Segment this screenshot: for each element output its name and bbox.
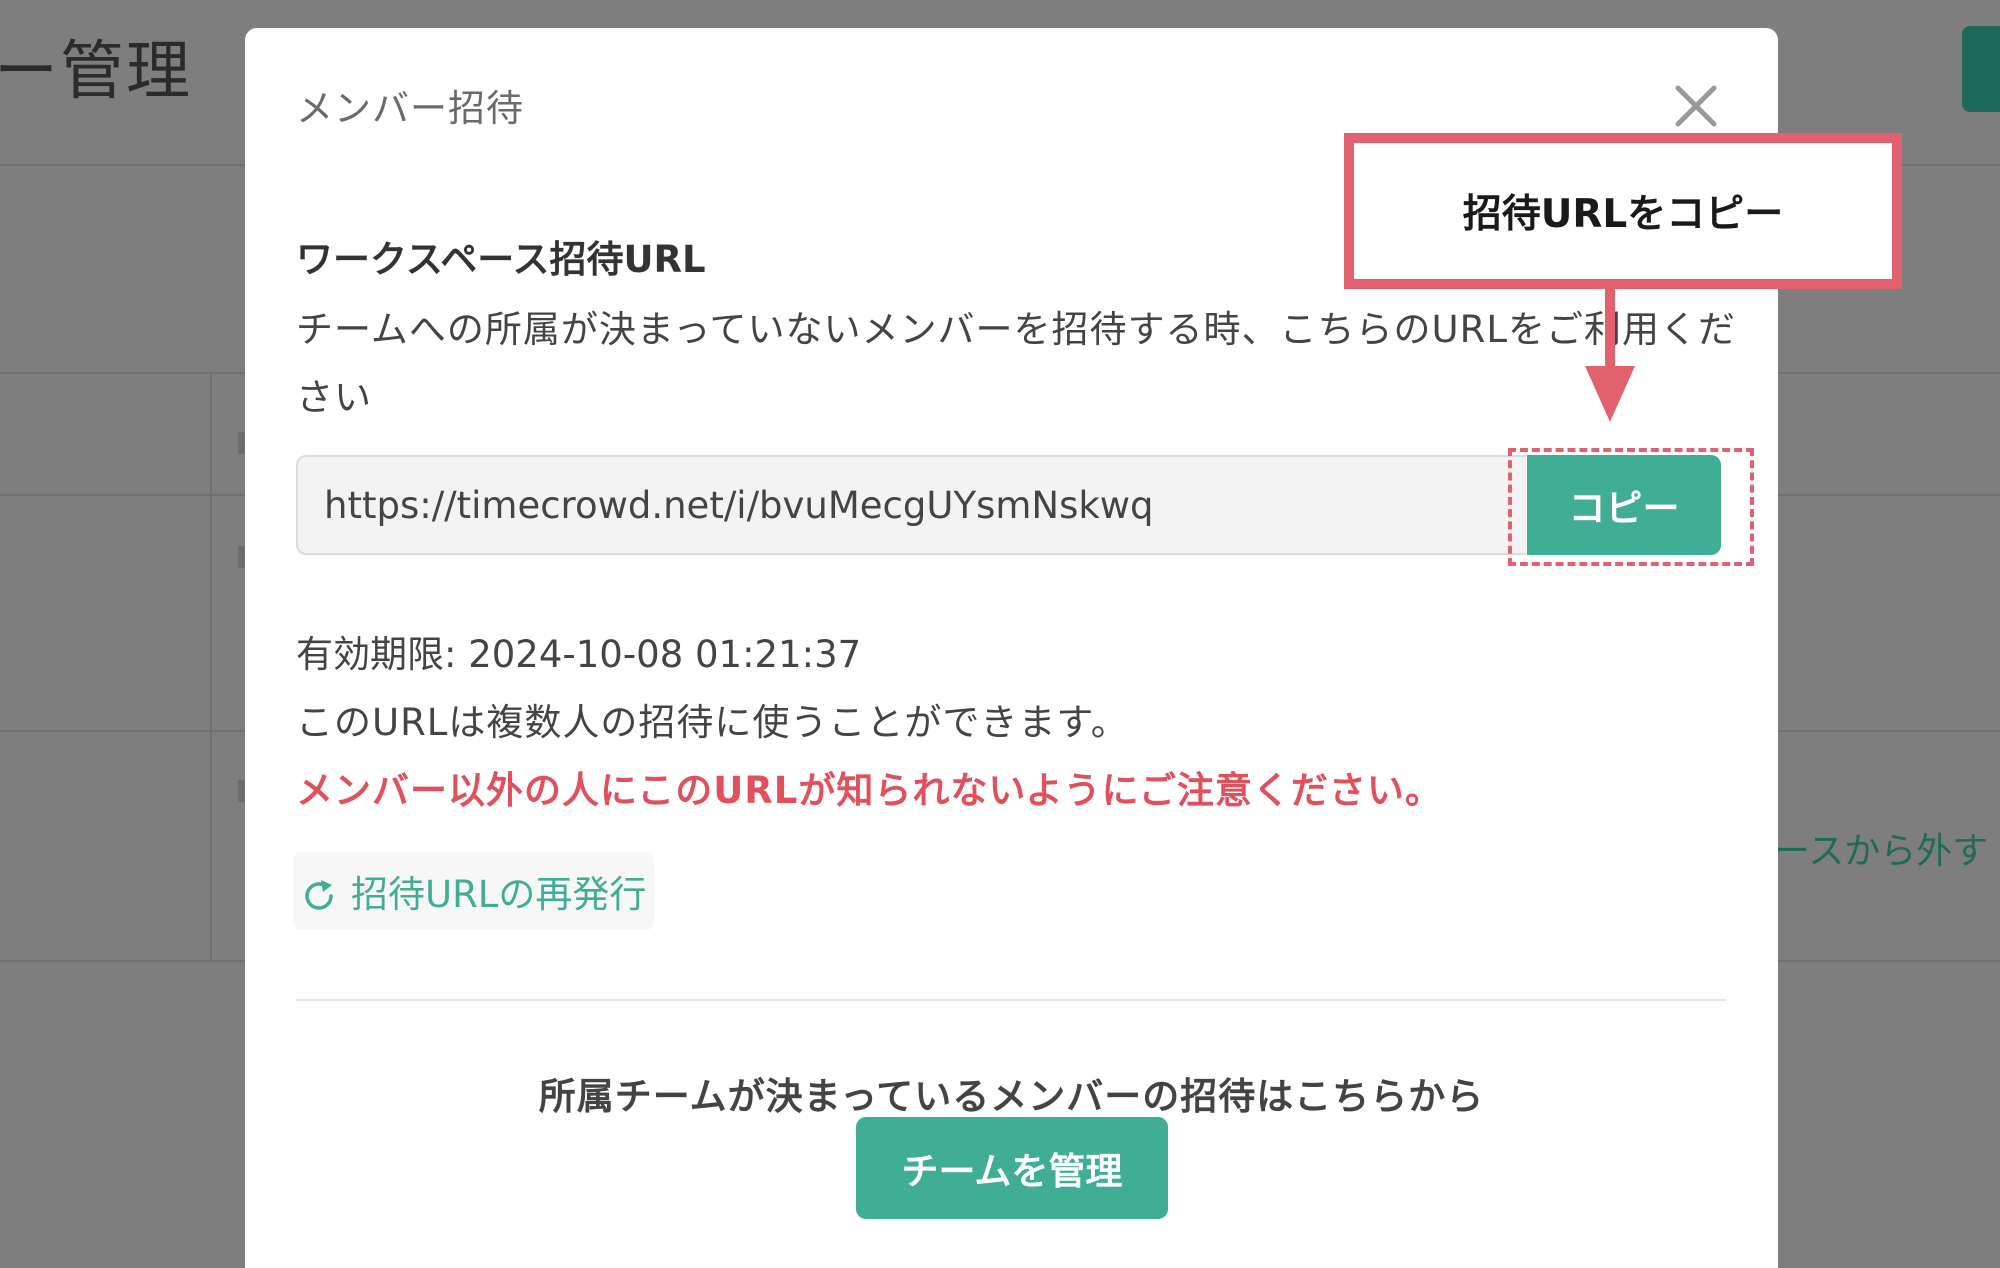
- team-invite-text: 所属チームが決まっているメンバーの招待はこちらから: [538, 1075, 1485, 1118]
- workspace-url-heading: ワークスペース招待URL: [296, 238, 706, 281]
- workspace-url-description: チームへの所属が決まっていないメンバーを招待する時、こちらのURLをご利用くださ…: [296, 308, 1736, 419]
- modal-title: メンバー招待: [296, 87, 524, 130]
- background-column-divider: [210, 372, 212, 960]
- expiry-text: 有効期限: 2024-10-08 01:21:37: [296, 633, 862, 676]
- security-warning: メンバー以外の人にこのURLが知られないようにご注意ください。: [296, 769, 1443, 812]
- refresh-icon: [305, 880, 333, 910]
- annotation-callout-text: 招待URLをコピー: [1462, 192, 1784, 237]
- annotation-arrow-icon: [1585, 284, 1635, 422]
- invite-url-input[interactable]: [296, 455, 1526, 555]
- background-remove-link: ースから外す: [1774, 831, 1989, 872]
- reissue-url-button[interactable]: 招待URLの再発行: [293, 852, 655, 930]
- manage-team-button[interactable]: チームを管理: [856, 1117, 1168, 1219]
- multi-use-note: このURLは複数人の招待に使うことができます。: [296, 701, 1129, 744]
- background-page-title: ー管理: [0, 35, 192, 109]
- reissue-url-label: 招待URLの再発行: [351, 873, 647, 916]
- close-icon[interactable]: [1670, 80, 1722, 132]
- annotation-callout: 招待URLをコピー: [1344, 133, 1902, 289]
- copy-button-highlight: [1508, 448, 1754, 566]
- section-divider: [296, 999, 1726, 1001]
- background-action-button: [1962, 26, 2000, 112]
